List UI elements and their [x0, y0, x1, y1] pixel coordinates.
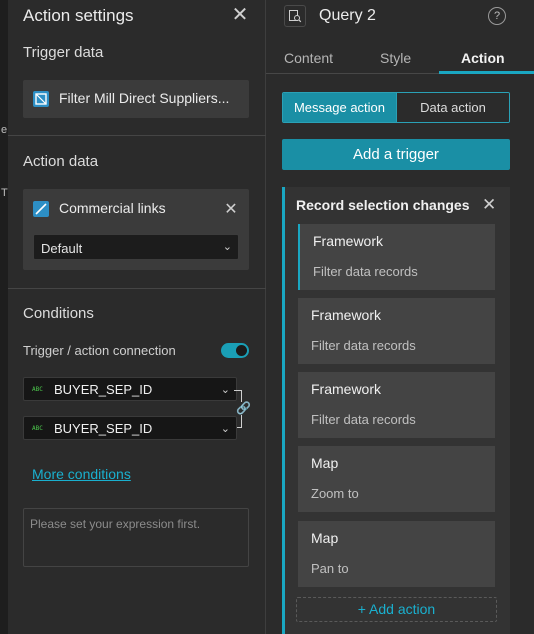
query-widget-icon	[284, 5, 306, 27]
string-field-icon: ABC	[32, 425, 43, 432]
action-type-toggle: Message action Data action	[282, 92, 510, 123]
tab-style[interactable]: Style	[380, 50, 411, 66]
action-card-title: Framework	[311, 381, 382, 397]
chevron-down-icon: ⌄	[220, 423, 230, 435]
tab-content[interactable]: Content	[284, 50, 333, 66]
action-card-title: Framework	[311, 307, 382, 323]
settings-tabs: Content Style Action	[266, 44, 534, 74]
close-icon[interactable]: ✕	[230, 5, 250, 25]
add-trigger-button[interactable]: Add a trigger	[282, 139, 510, 170]
action-card-subtitle: Filter data records	[311, 412, 416, 427]
widget-title: Query 2	[319, 7, 376, 24]
action-field-select[interactable]: ABC BUYER_SEP_ID ⌄	[23, 416, 237, 440]
section-divider	[8, 135, 266, 136]
section-divider	[8, 288, 266, 289]
edge-text-fragment: e	[1, 124, 8, 136]
action-card-subtitle: Pan to	[311, 561, 349, 576]
action-card-title: Map	[311, 455, 339, 471]
action-data-heading: Action data	[23, 153, 99, 170]
select-value: Default	[41, 241, 83, 256]
trigger-group-title: Record selection changes	[296, 197, 470, 213]
action-field-value: BUYER_SEP_ID	[54, 421, 153, 436]
trigger-field-select[interactable]: ABC BUYER_SEP_ID ⌄	[23, 377, 237, 401]
trigger-group: Record selection changes ✕ Framework Fil…	[282, 187, 510, 634]
add-action-button[interactable]: + Add action	[296, 597, 497, 622]
panel-title: Action settings	[23, 6, 134, 25]
trigger-data-heading: Trigger data	[23, 44, 104, 61]
help-icon[interactable]: ?	[488, 7, 506, 25]
action-target-name: Commercial links	[59, 200, 166, 216]
action-card-title: Map	[311, 530, 339, 546]
string-field-icon: ABC	[32, 386, 43, 393]
action-card-subtitle: Zoom to	[311, 486, 359, 501]
connection-toggle-label: Trigger / action connection	[23, 343, 176, 358]
action-card[interactable]: Map Zoom to	[298, 446, 495, 512]
link-icon: 🔗	[236, 401, 251, 415]
action-settings-content: Action settings ✕ Trigger data Filter Mi…	[8, 0, 266, 634]
trigger-data-source: Filter Mill Direct Suppliers...	[23, 80, 249, 118]
action-card[interactable]: Framework Filter data records	[298, 224, 495, 290]
action-data-target: Commercial links ✕ Default ⌄	[23, 189, 249, 270]
trigger-field-value: BUYER_SEP_ID	[54, 382, 153, 397]
trigger-source-name: Filter Mill Direct Suppliers...	[59, 90, 230, 106]
chevron-down-icon: ⌄	[220, 384, 230, 396]
action-data-view-select[interactable]: Default ⌄	[33, 234, 239, 260]
action-card-subtitle: Filter data records	[311, 338, 416, 353]
widget-settings-panel: Query 2 ? Content Style Action Message a…	[266, 0, 534, 634]
action-card-title: Framework	[313, 233, 384, 249]
action-settings-panel: e T Action settings ✕ Trigger data Filte…	[0, 0, 266, 634]
action-card[interactable]: Framework Filter data records	[298, 372, 495, 438]
data-action-tab[interactable]: Data action	[396, 93, 509, 122]
active-tab-indicator	[439, 71, 534, 74]
action-card-subtitle: Filter data records	[313, 264, 418, 279]
message-action-tab[interactable]: Message action	[283, 93, 396, 122]
remove-trigger-icon[interactable]: ✕	[482, 195, 496, 215]
connection-toggle[interactable]	[221, 343, 249, 358]
remove-target-icon[interactable]: ✕	[223, 199, 239, 219]
action-card[interactable]: Map Pan to	[298, 521, 495, 587]
expression-placeholder: Please set your expression first.	[30, 517, 201, 531]
tab-action[interactable]: Action	[461, 50, 505, 66]
action-card[interactable]: Framework Filter data records	[298, 298, 495, 364]
edge-text-fragment: T	[1, 187, 8, 199]
expression-box[interactable]: Please set your expression first.	[23, 508, 249, 567]
conditions-heading: Conditions	[23, 305, 94, 322]
more-conditions-link[interactable]: More conditions	[32, 466, 131, 482]
background-app-edge: e T	[0, 0, 8, 634]
link-widget-icon	[33, 201, 49, 217]
toggle-knob	[236, 345, 247, 356]
widget-filter-icon	[33, 91, 49, 107]
chevron-down-icon: ⌄	[222, 241, 232, 253]
